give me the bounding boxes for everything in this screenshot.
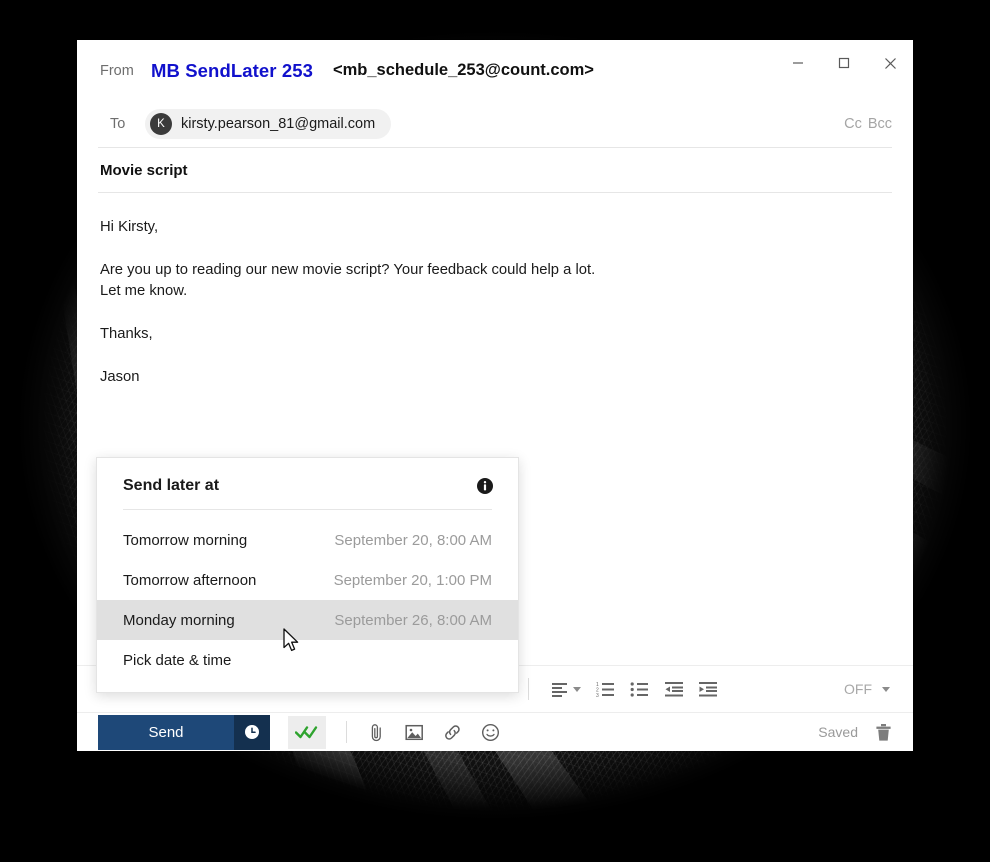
option-label: Monday morning <box>123 611 235 629</box>
align-button[interactable] <box>543 673 589 705</box>
toolbar-divider <box>346 721 347 743</box>
close-button[interactable] <box>867 40 913 86</box>
avatar: K <box>150 113 172 135</box>
numbered-list-button[interactable]: 1 2 3 <box>589 673 623 705</box>
info-icon[interactable] <box>476 477 494 495</box>
send-later-option[interactable]: Pick date & time <box>97 640 518 680</box>
body-paragraph-1: Are you up to reading our new movie scri… <box>100 262 596 278</box>
option-label: Tomorrow afternoon <box>123 571 257 589</box>
body-closing: Thanks, <box>100 326 153 342</box>
recipient-email: kirsty.pearson_81@gmail.com <box>181 116 376 132</box>
option-label: Tomorrow morning <box>123 531 248 549</box>
insert-image-icon[interactable] <box>401 719 427 745</box>
insert-emoji-icon[interactable] <box>477 719 503 745</box>
from-email-address: <mb_schedule_253@count.com> <box>332 61 594 79</box>
increase-indent-button[interactable] <box>691 673 725 705</box>
read-receipt-button[interactable] <box>288 715 326 749</box>
body-greeting: Hi Kirsty, <box>100 219 159 235</box>
bcc-button[interactable]: Bcc <box>868 116 892 132</box>
send-later-divider <box>123 509 492 510</box>
send-later-option[interactable]: Tomorrow morning September 20, 8:00 AM <box>97 520 518 560</box>
from-display-name[interactable]: MB SendLater 253 <box>151 60 313 82</box>
minimize-button[interactable] <box>775 40 821 86</box>
action-bar-right: Saved <box>818 723 892 742</box>
send-later-option[interactable]: Monday morning September 26, 8:00 AM <box>97 600 518 640</box>
cc-bcc-group: Cc Bcc <box>844 116 892 132</box>
format-button-group: 1 2 3 <box>528 673 725 705</box>
tracking-value: OFF <box>844 681 872 697</box>
attach-file-icon[interactable] <box>363 719 389 745</box>
toolbar-divider <box>528 678 529 700</box>
option-datetime: September 20, 1:00 PM <box>333 571 492 589</box>
bulleted-list-button[interactable] <box>623 673 657 705</box>
option-datetime: September 26, 8:00 AM <box>334 611 492 629</box>
attachment-button-group <box>363 719 503 745</box>
option-label: Pick date & time <box>123 651 232 669</box>
chevron-down-icon <box>882 686 890 692</box>
svg-text:3: 3 <box>596 693 599 697</box>
window-controls <box>775 40 913 86</box>
schedule-send-button[interactable] <box>234 714 270 750</box>
chevron-down-icon <box>573 686 581 692</box>
subject-field[interactable]: Movie script <box>77 148 913 192</box>
body-paragraph-2: Let me know. <box>100 283 188 299</box>
send-later-option[interactable]: Tomorrow afternoon September 20, 1:00 PM <box>97 560 518 600</box>
decrease-indent-button[interactable] <box>657 673 691 705</box>
send-later-title: Send later at <box>123 477 220 494</box>
send-later-options: Tomorrow morning September 20, 8:00 AM T… <box>97 520 518 692</box>
insert-link-icon[interactable] <box>439 719 465 745</box>
option-datetime: September 20, 8:00 AM <box>334 531 492 549</box>
maximize-button[interactable] <box>821 40 867 86</box>
send-split-button: Send <box>98 714 270 750</box>
send-button[interactable]: Send <box>98 714 234 750</box>
action-bar: Send Saved <box>77 713 913 751</box>
cc-button[interactable]: Cc <box>844 116 862 132</box>
tracking-control[interactable]: OFF <box>844 681 892 697</box>
from-label: From <box>100 62 134 79</box>
send-later-dropdown: Send later at Tomorrow morning September… <box>96 457 519 693</box>
discard-draft-button[interactable] <box>875 723 892 742</box>
send-later-header: Send later at <box>97 458 518 509</box>
to-label: To <box>110 116 126 132</box>
to-row: To K kirsty.pearson_81@gmail.com Cc Bcc <box>77 101 913 147</box>
from-row: From MB SendLater 253 <mb_schedule_253@c… <box>77 40 913 101</box>
saved-status: Saved <box>818 724 858 740</box>
recipient-chip[interactable]: K kirsty.pearson_81@gmail.com <box>145 109 392 139</box>
body-signature: Jason <box>100 369 140 385</box>
